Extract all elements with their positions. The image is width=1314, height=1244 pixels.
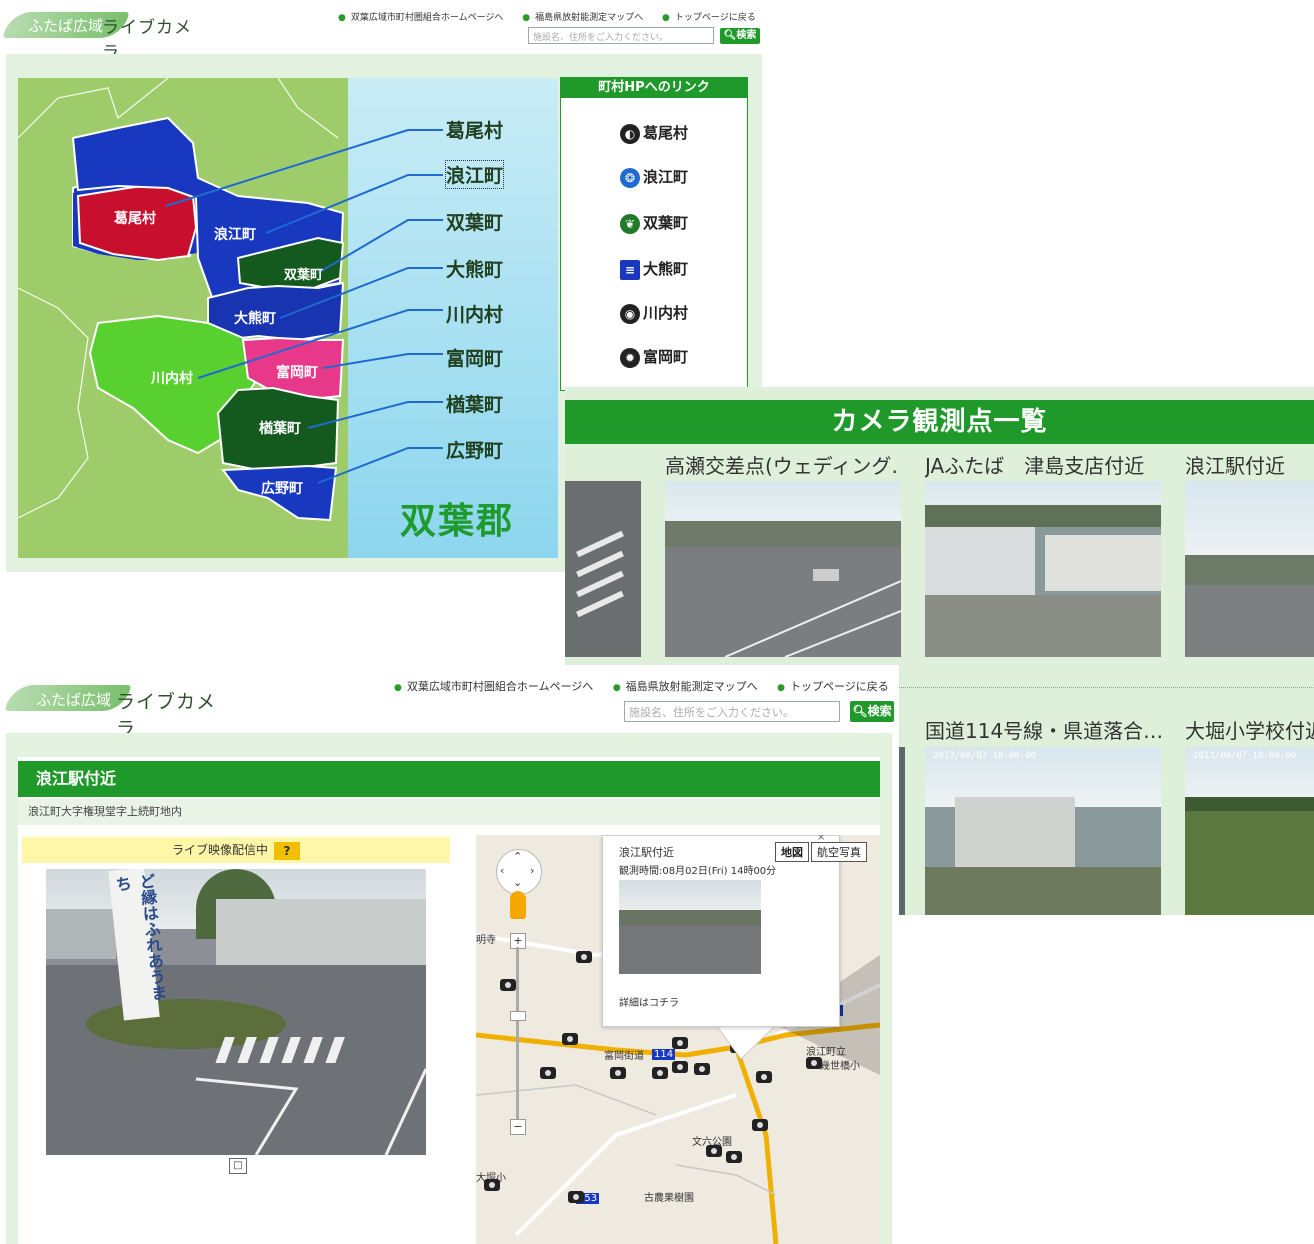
tomioka-emblem-icon: ✹ (619, 347, 640, 368)
link-radiation-map-detail[interactable]: 福島県放射能測定マップへ (613, 680, 758, 693)
popup-close-icon[interactable]: × (817, 835, 825, 843)
link-top-page[interactable]: トップページに戻る (662, 13, 756, 23)
live-camera-view: ど縁はふれあうまち (46, 869, 426, 1155)
camera-thumb-namie-station[interactable] (1185, 481, 1314, 657)
camera-thumb-ohori-school[interactable]: 2013/08/07 18:00:00 (1185, 747, 1314, 915)
map-label-hirono: 広野町 (261, 481, 303, 497)
camera-title-takase[interactable]: 高瀬交差点(ウェディング… (665, 450, 897, 479)
search-button[interactable]: 🔍︎検索 (720, 28, 760, 44)
camera-list-title: カメラ観測点一覧 (565, 400, 1314, 444)
katsurao-emblem-icon: ◐ (619, 123, 640, 144)
popup-detail-link[interactable]: 詳細はコチラ (619, 994, 679, 1009)
town-link-katsurao[interactable]: 葛尾村 (446, 116, 503, 143)
map-label-naraha: 楢葉町 (259, 421, 301, 437)
link-radiation-map[interactable]: 福島県放射能測定マップへ (522, 13, 643, 23)
comment-icon[interactable]: □ (229, 1158, 247, 1174)
hp-link-namie[interactable]: ❂ 浪江町 (561, 166, 747, 188)
okuma-emblem-icon: ≡ (619, 259, 640, 280)
map-label-kawauchi: 川内村 (151, 371, 193, 387)
town-link-tomioka[interactable]: 富岡町 (446, 344, 503, 371)
search-icon: 🔍︎ (723, 30, 737, 41)
camera-title-route114[interactable]: 国道114号線・県道落合… (925, 715, 1161, 744)
popup-observed-time: 観測時間:08月02日(Fri) 14時00分 (619, 866, 777, 877)
hp-link-katsurao[interactable]: ◐ 葛尾村 (561, 122, 747, 144)
search-icon-detail: 🔍︎ (852, 704, 868, 718)
map-type-satellite-button[interactable]: 航空写真 (811, 842, 867, 862)
camera-title-ja-tsushima[interactable]: JAふたば 津島支店付近 (925, 450, 1157, 479)
top-links: 双葉広域市町村圏組合ホームページへ 福島県放射能測定マップへ トップページに戻る (322, 10, 756, 23)
kawauchi-emblem-icon: ◉ (619, 303, 640, 324)
map-label-okuma: 大熊町 (234, 311, 276, 327)
camera-detail-panel: ふたば広域 ライブカメラ 双葉広域市町村圏組合ホームページへ 福島県放射能測定マ… (0, 665, 899, 1244)
map-type-map-button[interactable]: 地図 (775, 842, 809, 862)
town-link-naraha[interactable]: 楢葉町 (446, 390, 503, 417)
map-info-window: 浪江駅付近 観測時間:08月02日(Fri) 14時00分 詳細はコチラ 地図 … (602, 835, 867, 1027)
live-status-bar: ライブ映像配信中? (22, 837, 450, 863)
camera-address: 浪江町大字権現堂字上続町地内 (18, 799, 880, 825)
hp-link-kawauchi[interactable]: ◉ 川内村 (561, 302, 747, 324)
popup-title: 浪江駅付近 (619, 846, 674, 859)
search-input[interactable]: 施設名、住所をご入力ください。 (528, 27, 714, 44)
top-links-detail: 双葉広域市町村圏組合ホームページへ 福島県放射能測定マップへ トップページに戻る (378, 678, 889, 694)
link-box-title: 町村HPへのリンク (561, 78, 747, 98)
map-label-katsurao: 葛尾村 (114, 211, 156, 227)
popup-thumbnail[interactable] (619, 880, 761, 974)
camera-title-namie-station[interactable]: 浪江駅付近 (1185, 450, 1314, 479)
namie-emblem-icon: ❂ (619, 167, 640, 188)
camera-thumb-route114[interactable]: 2013/08/07 18:00:00 (925, 747, 1161, 915)
hp-link-okuma[interactable]: ≡ 大熊町 (561, 258, 747, 280)
site-logo[interactable]: ふたば広域 ライブカメラ (2, 8, 206, 63)
town-link-futaba[interactable]: 双葉町 (446, 208, 503, 235)
logo-text-futaba-detail: ふたば広域 (36, 691, 112, 709)
town-link-okuma[interactable]: 大熊町 (446, 255, 503, 282)
link-union-home-detail[interactable]: 双葉広域市町村圏組合ホームページへ (394, 680, 593, 693)
camera-thumb-partial[interactable] (565, 481, 641, 657)
futaba-emblem-icon: ❦ (619, 213, 640, 234)
link-union-home[interactable]: 双葉広域市町村圏組合ホームページへ (338, 13, 503, 23)
link-top-page-detail[interactable]: トップページに戻る (777, 680, 889, 693)
map-label-tomioka: 富岡町 (276, 365, 318, 381)
county-name: 双葉郡 (400, 501, 515, 542)
map-label-futaba: 双葉町 (284, 268, 324, 283)
camera-detail-title: 浪江駅付近 (18, 761, 880, 797)
site-logo-detail[interactable]: ふたば広域 ライブカメラ (4, 681, 218, 740)
logo-text-futaba: ふたば広域 (28, 17, 104, 35)
live-label: ライブ映像配信中 (171, 843, 268, 857)
camera-title-ohori-school[interactable]: 大堀小学校付近 (1185, 715, 1314, 744)
hp-link-futaba[interactable]: ❦ 双葉町 (561, 212, 747, 234)
futaba-district-map: 葛尾村 浪江町 双葉町 大熊町 川内村 富岡町 楢葉町 広野町 葛尾村 浪江町 … (18, 78, 558, 558)
search-input-detail[interactable]: 施設名、住所をご入力ください。 (624, 701, 840, 722)
map-label-namie: 浪江町 (214, 227, 256, 243)
search-button-detail[interactable]: 🔍︎検索 (850, 701, 894, 722)
camera-thumb-takase[interactable] (665, 481, 901, 657)
town-hp-link-box: 町村HPへのリンク ◐ 葛尾村 ❂ 浪江町 ❦ 双葉町 ≡ 大熊町 ◉ 川内村 ✹ 富岡町 (560, 77, 748, 391)
google-map[interactable]: ⌃ ‹ › ⌄ + − 明寺 富岡街道 浪江町立 幾世橋小 文六公園 古農果樹園… (476, 835, 880, 1244)
town-link-kawauchi[interactable]: 川内村 (446, 300, 503, 327)
town-link-namie[interactable]: 浪江町 (444, 160, 505, 189)
town-link-hirono[interactable]: 広野町 (446, 436, 503, 463)
camera-timestamp-2: 2013/08/07 18:00:00 (1193, 751, 1296, 761)
help-button[interactable]: ? (274, 841, 300, 860)
camera-thumb-ja-tsushima[interactable] (925, 481, 1161, 657)
camera-timestamp: 2013/08/07 18:00:00 (933, 751, 1036, 761)
hp-link-tomioka[interactable]: ✹ 富岡町 (561, 346, 747, 368)
